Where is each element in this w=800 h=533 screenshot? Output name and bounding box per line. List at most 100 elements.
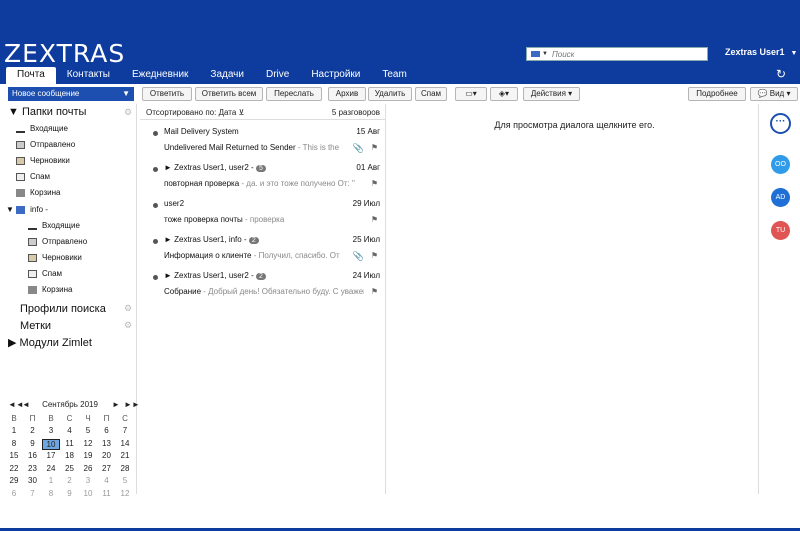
tab-calendar[interactable]: Ежедневник xyxy=(121,67,199,84)
calendar-day[interactable]: 28 xyxy=(116,464,134,473)
calendar-day[interactable]: 6 xyxy=(98,426,116,435)
avatar[interactable]: OO xyxy=(771,155,790,174)
calendar-day[interactable]: 8 xyxy=(42,489,60,498)
tab-mail[interactable]: Почта xyxy=(6,67,56,84)
calendar-day[interactable]: 9 xyxy=(24,439,42,448)
account-folder-sent[interactable]: Отправлено xyxy=(28,237,87,246)
flag-icon[interactable]: ⚑ xyxy=(371,287,378,296)
next-year-icon[interactable]: ►► xyxy=(124,400,140,409)
list-item[interactable]: ► Zextras User1, info - 2 25 Июл Информа… xyxy=(140,233,386,269)
chevron-down-icon[interactable]: ▼ xyxy=(542,51,548,57)
flag-icon[interactable]: ⚑ xyxy=(371,179,378,188)
zimlets-header[interactable]: ▶ Модули Zimlet xyxy=(8,336,92,349)
unread-dot-icon[interactable] xyxy=(153,167,158,172)
calendar-day[interactable]: 14 xyxy=(116,439,134,448)
folder-spam[interactable]: Спам xyxy=(16,172,50,181)
chat-icon[interactable]: ··· xyxy=(770,113,791,134)
search-profiles-header[interactable]: Профили поиска xyxy=(20,303,106,315)
flag-icon[interactable]: ⚑ xyxy=(371,251,378,260)
calendar-day[interactable]: 29 xyxy=(5,476,23,485)
unread-dot-icon[interactable] xyxy=(153,239,158,244)
account-folder-spam[interactable]: Спам xyxy=(28,269,62,278)
chevron-down-icon[interactable]: ▼ xyxy=(6,205,14,214)
mail-folders-header[interactable]: ▼ Папки почты xyxy=(8,106,86,118)
calendar-day[interactable]: 8 xyxy=(5,439,23,448)
calendar-day[interactable]: 15 xyxy=(5,451,23,460)
gear-icon[interactable]: ⚙ xyxy=(124,107,132,118)
calendar-day[interactable]: 30 xyxy=(24,476,42,485)
calendar-day[interactable]: 12 xyxy=(79,439,97,448)
calendar-day[interactable]: 19 xyxy=(79,451,97,460)
tags-header[interactable]: Метки xyxy=(20,320,51,332)
tab-tasks[interactable]: Задачи xyxy=(199,67,255,84)
folder-drafts[interactable]: Черновики xyxy=(16,156,70,165)
list-item[interactable]: ► Zextras User1, user2 - 2 24 Июл Собран… xyxy=(140,269,386,305)
account-folder-trash[interactable]: Корзина xyxy=(28,285,72,294)
calendar-day[interactable]: 27 xyxy=(98,464,116,473)
calendar-day[interactable]: 24 xyxy=(42,464,60,473)
user-name[interactable]: Zextras User1 xyxy=(725,47,785,57)
calendar-day[interactable]: 12 xyxy=(116,489,134,498)
calendar-day[interactable]: 25 xyxy=(61,464,79,473)
calendar-day[interactable]: 7 xyxy=(116,426,134,435)
account-folder-drafts[interactable]: Черновики xyxy=(28,253,82,262)
unread-dot-icon[interactable] xyxy=(153,275,158,280)
search-box[interactable]: ▼ xyxy=(526,47,708,61)
tab-team[interactable]: Team xyxy=(371,67,417,84)
tag-button[interactable]: ◈▾ xyxy=(490,87,518,101)
calendar-day[interactable]: 1 xyxy=(5,426,23,435)
calendar-day[interactable]: 5 xyxy=(116,476,134,485)
calendar-day[interactable]: 3 xyxy=(79,476,97,485)
prev-month-icon[interactable]: ◄ xyxy=(22,400,30,409)
list-item[interactable]: ► Zextras User1, user2 - 5 01 Авг повтор… xyxy=(140,161,386,197)
calendar-day[interactable]: 9 xyxy=(61,489,79,498)
archive-button[interactable]: Архив xyxy=(328,87,366,101)
calendar-day[interactable]: 13 xyxy=(98,439,116,448)
folder-trash[interactable]: Корзина xyxy=(16,188,60,197)
view-icon[interactable]: 💬 xyxy=(758,89,768,98)
tab-contacts[interactable]: Контакты xyxy=(56,67,121,84)
refresh-icon[interactable]: ↻ xyxy=(776,67,786,81)
calendar-day[interactable]: 18 xyxy=(61,451,79,460)
folder-sent[interactable]: Отправлено xyxy=(16,140,75,149)
gear-icon[interactable]: ⚙ xyxy=(124,303,132,314)
calendar-day[interactable]: 16 xyxy=(24,451,42,460)
calendar-day[interactable]: 2 xyxy=(24,426,42,435)
view-menu-button[interactable]: 💬 Вид ▾ xyxy=(750,87,798,101)
calendar-day[interactable]: 21 xyxy=(116,451,134,460)
search-input[interactable] xyxy=(551,49,692,59)
actions-label[interactable]: Действия xyxy=(531,89,566,98)
calendar-day[interactable]: 5 xyxy=(79,426,97,435)
mail-search-scope-icon[interactable] xyxy=(531,51,540,57)
view-label[interactable]: Вид xyxy=(770,89,784,98)
tab-drive[interactable]: Drive xyxy=(255,67,300,84)
calendar-day[interactable]: 4 xyxy=(61,426,79,435)
move-to-folder-button[interactable]: ▭▾ xyxy=(455,87,487,101)
sort-dropdown[interactable]: Отсортировано по: Дата ⊻ xyxy=(146,108,244,117)
new-message-button[interactable]: Новое сообщение ▼ xyxy=(8,87,134,101)
calendar-day[interactable]: 26 xyxy=(79,464,97,473)
next-month-icon[interactable]: ► xyxy=(112,400,120,409)
avatar[interactable]: TU xyxy=(771,221,790,240)
tab-settings[interactable]: Настройки xyxy=(300,67,371,84)
calendar-day[interactable]: 10 xyxy=(79,489,97,498)
calendar-day[interactable]: 1 xyxy=(42,476,60,485)
unread-dot-icon[interactable] xyxy=(153,203,158,208)
reply-button[interactable]: Ответить xyxy=(142,87,192,101)
delete-button[interactable]: Удалить xyxy=(368,87,412,101)
calendar-day[interactable]: 17 xyxy=(42,451,60,460)
forward-button[interactable]: Переслать xyxy=(266,87,322,101)
calendar-day[interactable]: 23 xyxy=(24,464,42,473)
calendar-day[interactable]: 11 xyxy=(61,439,79,448)
folder-inbox[interactable]: Входящие xyxy=(16,124,68,133)
account-folder-inbox[interactable]: Входящие xyxy=(28,221,80,230)
calendar-day[interactable]: 7 xyxy=(24,489,42,498)
calendar-day[interactable]: 11 xyxy=(98,489,116,498)
actions-menu-button[interactable]: Действия ▾ xyxy=(523,87,580,101)
spam-button[interactable]: Спам xyxy=(415,87,447,101)
list-item[interactable]: Mail Delivery System 15 Авг Undelivered … xyxy=(140,125,386,161)
account-info[interactable]: ▼ info - xyxy=(6,205,48,214)
calendar-day[interactable]: 22 xyxy=(5,464,23,473)
reply-all-button[interactable]: Ответить всем xyxy=(195,87,263,101)
avatar[interactable]: AD xyxy=(771,188,790,207)
